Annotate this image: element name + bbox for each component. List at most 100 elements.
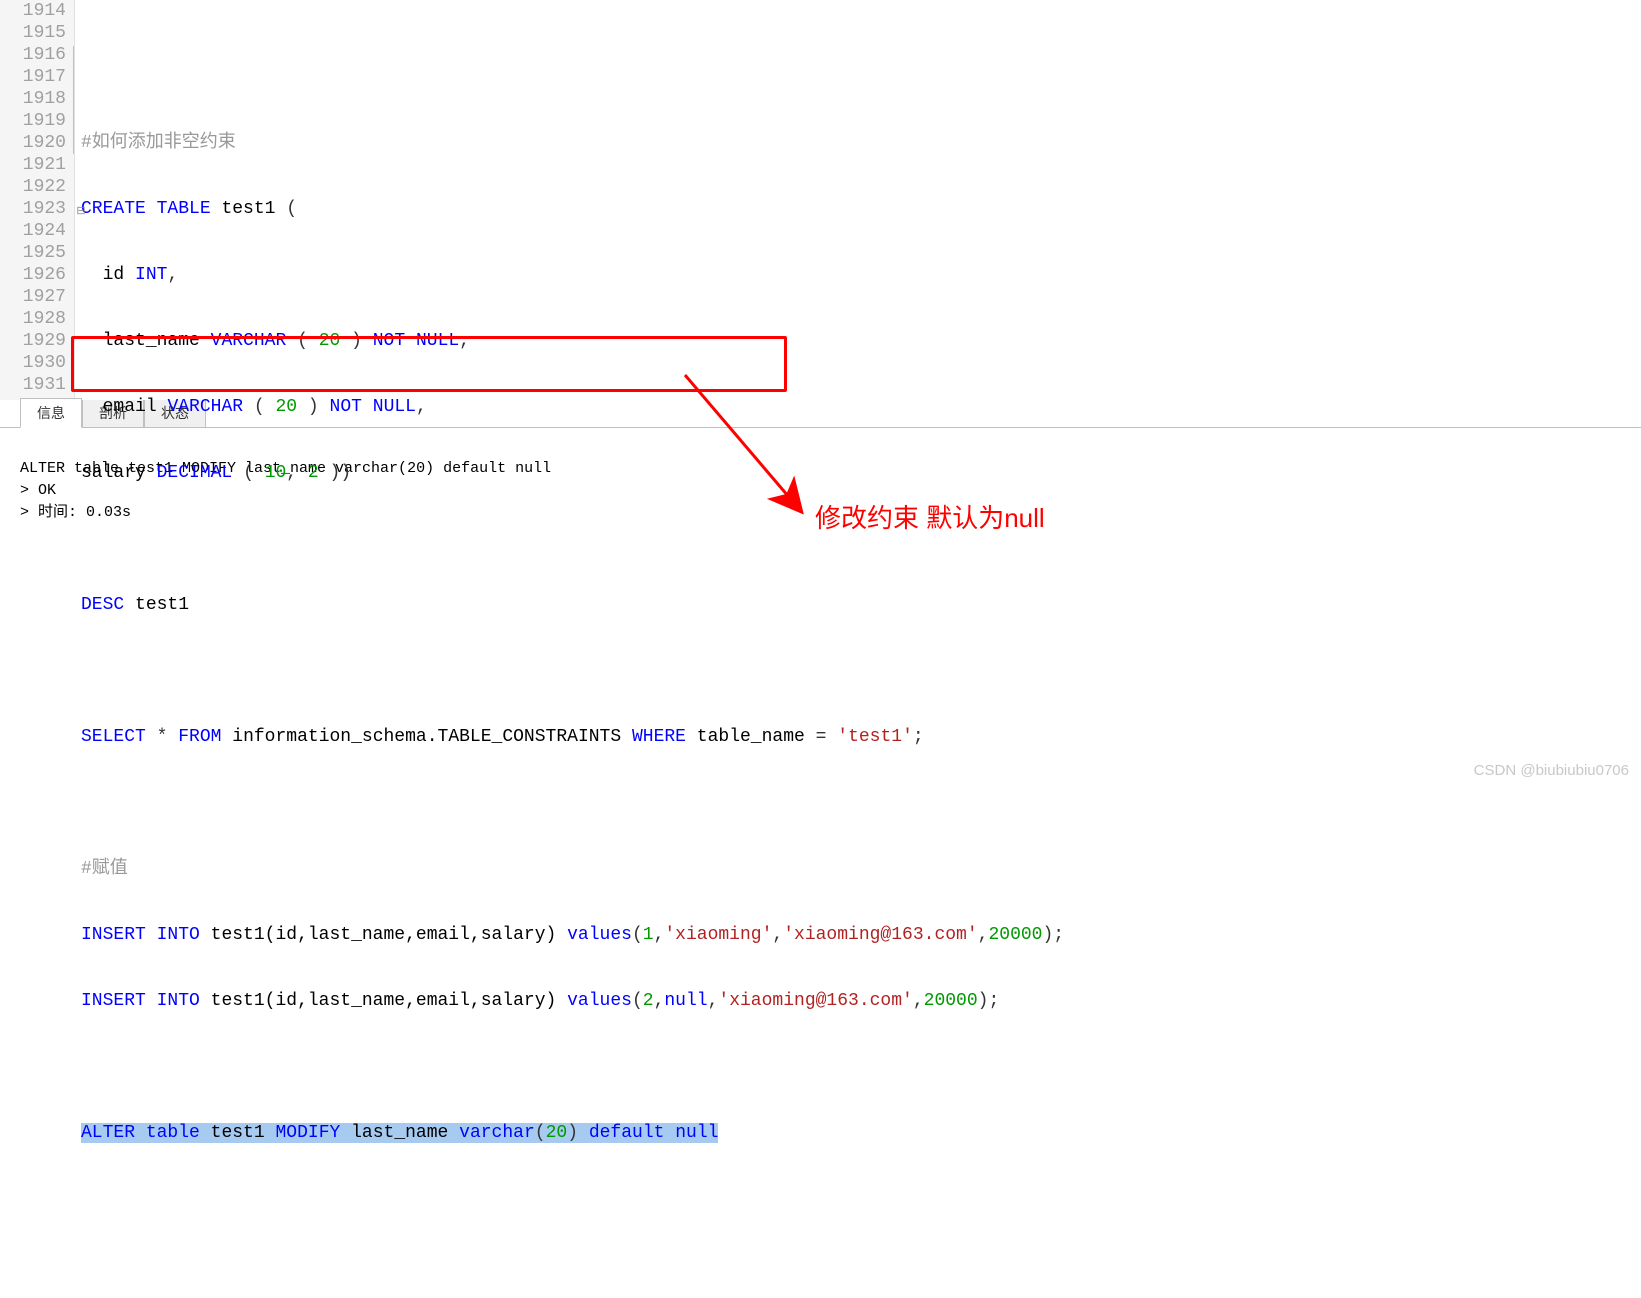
- line-number: 1927: [0, 286, 66, 308]
- keyword: INSERT: [81, 925, 146, 945]
- tab-info[interactable]: 信息: [20, 398, 82, 428]
- number: 20: [319, 331, 341, 351]
- paren: (: [286, 199, 297, 219]
- comma: ,: [913, 991, 924, 1011]
- string: 'xiaoming': [664, 925, 772, 945]
- selected-text[interactable]: ALTER table test1 MODIFY last_name varch…: [81, 1123, 718, 1143]
- identifier: test1: [221, 199, 275, 219]
- keyword: DESC: [81, 595, 124, 615]
- identifier: test1(id,last_name,email,salary): [211, 991, 557, 1011]
- keyword: CREATE: [81, 199, 146, 219]
- paren: ): [567, 1123, 578, 1143]
- keyword: default: [589, 1123, 665, 1143]
- string: 'xiaoming@163.com': [718, 991, 912, 1011]
- paren: (: [243, 463, 254, 483]
- line-number: 1922: [0, 176, 66, 198]
- code-editor[interactable]: 1914 1915 1916 1917 1918 1919 1920 1921 …: [0, 0, 1641, 400]
- line-number: 1919: [0, 110, 66, 132]
- keyword: TABLE: [157, 199, 211, 219]
- code-line[interactable]: salary DECIMAL ( 10, 2 )): [81, 462, 1641, 484]
- keyword: NOT: [373, 331, 405, 351]
- code-line[interactable]: [81, 1188, 1641, 1210]
- annotation-label: 修改约束 默认为null: [815, 498, 1045, 535]
- line-number: 1926: [0, 264, 66, 286]
- line-number: 1925: [0, 242, 66, 264]
- number: 2: [308, 463, 319, 483]
- identifier: test1(id,last_name,email,salary): [211, 925, 557, 945]
- line-number: 1930: [0, 352, 66, 374]
- code-line[interactable]: [81, 660, 1641, 682]
- paren: )): [330, 463, 352, 483]
- line-number: 1917: [0, 66, 66, 88]
- type: VARCHAR: [167, 397, 243, 417]
- semicolon: ;: [913, 727, 924, 747]
- code-line[interactable]: #赋值: [81, 858, 1641, 880]
- number: 20: [546, 1123, 568, 1143]
- identifier: test1: [211, 1123, 265, 1143]
- paren: (: [632, 991, 643, 1011]
- identifier: test1: [135, 595, 189, 615]
- comma: ,: [286, 463, 297, 483]
- identifier: email: [103, 397, 157, 417]
- line-number: 1928: [0, 308, 66, 330]
- code-line[interactable]: id INT,: [81, 264, 1641, 286]
- type: DECIMAL: [157, 463, 233, 483]
- line-number: 1918: [0, 88, 66, 110]
- code-line[interactable]: ⊟CREATE TABLE test1 (: [81, 198, 1641, 220]
- keyword: NOT: [330, 397, 362, 417]
- keyword: ALTER: [81, 1123, 135, 1143]
- comment-text: #如何添加非空约束: [81, 133, 236, 153]
- keyword: NULL: [373, 397, 416, 417]
- code-line[interactable]: SELECT * FROM information_schema.TABLE_C…: [81, 726, 1641, 748]
- keyword: NULL: [416, 331, 459, 351]
- keyword: table: [146, 1123, 200, 1143]
- keyword: values: [567, 991, 632, 1011]
- fold-minus-icon[interactable]: ⊟: [75, 201, 87, 223]
- comma: ,: [978, 925, 989, 945]
- identifier: salary: [81, 463, 146, 483]
- keyword: FROM: [178, 727, 221, 747]
- star: *: [157, 727, 168, 747]
- keyword: WHERE: [632, 727, 686, 747]
- keyword: INTO: [157, 925, 200, 945]
- paren: (: [632, 925, 643, 945]
- code-line[interactable]: #如何添加非空约束: [81, 132, 1641, 154]
- code-line[interactable]: email VARCHAR ( 20 ) NOT NULL,: [81, 396, 1641, 418]
- comma: ,: [459, 331, 470, 351]
- code-content[interactable]: #如何添加非空约束 ⊟CREATE TABLE test1 ( id INT, …: [75, 0, 1641, 400]
- watermark-text: CSDN @biubiubiu0706: [1474, 762, 1629, 779]
- line-number: 1916: [0, 44, 66, 66]
- comma: ,: [772, 925, 783, 945]
- line-gutter: 1914 1915 1916 1917 1918 1919 1920 1921 …: [0, 0, 75, 400]
- keyword: MODIFY: [275, 1123, 340, 1143]
- paren: );: [1042, 925, 1064, 945]
- paren: (: [297, 331, 308, 351]
- line-number: 1929: [0, 330, 66, 352]
- identifier: last_name: [103, 331, 200, 351]
- comma: ,: [654, 925, 665, 945]
- identifier: last_name: [351, 1123, 448, 1143]
- comma: ,: [167, 265, 178, 285]
- keyword: INSERT: [81, 991, 146, 1011]
- paren: ): [351, 331, 362, 351]
- type: VARCHAR: [211, 331, 287, 351]
- string: 'test1': [837, 727, 913, 747]
- type: varchar: [459, 1123, 535, 1143]
- code-line[interactable]: [81, 1056, 1641, 1078]
- code-line[interactable]: [81, 66, 1641, 88]
- line-number: 1914: [0, 0, 66, 22]
- identifier: information_schema.TABLE_CONSTRAINTS: [232, 727, 621, 747]
- code-line[interactable]: INSERT INTO test1(id,last_name,email,sal…: [81, 990, 1641, 1012]
- code-line[interactable]: DESC test1: [81, 594, 1641, 616]
- identifier: id: [103, 265, 125, 285]
- keyword: SELECT: [81, 727, 146, 747]
- code-line[interactable]: [81, 792, 1641, 814]
- code-line[interactable]: INSERT INTO test1(id,last_name,email,sal…: [81, 924, 1641, 946]
- code-line[interactable]: ALTER table test1 MODIFY last_name varch…: [81, 1122, 1641, 1144]
- number: 20000: [924, 991, 978, 1011]
- code-line[interactable]: last_name VARCHAR ( 20 ) NOT NULL,: [81, 330, 1641, 352]
- type: INT: [135, 265, 167, 285]
- paren: (: [254, 397, 265, 417]
- comma: ,: [654, 991, 665, 1011]
- keyword: INTO: [157, 991, 200, 1011]
